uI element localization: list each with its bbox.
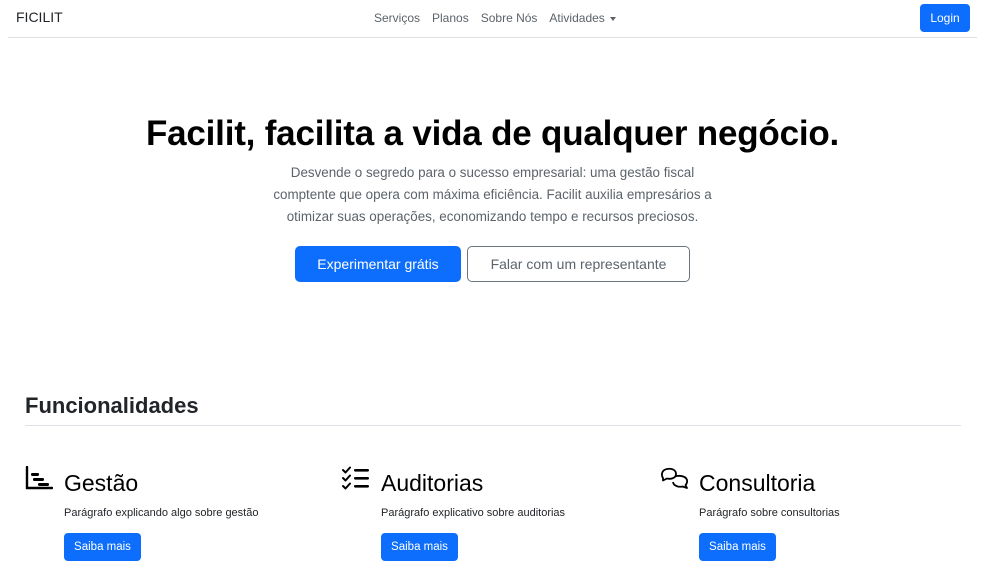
nav-link-sobre-nos[interactable]: Sobre Nós bbox=[481, 11, 538, 25]
feature-title: Consultoria bbox=[699, 470, 816, 496]
brand-logo[interactable]: FICILIT bbox=[16, 9, 63, 25]
chat-bubbles-icon bbox=[660, 466, 690, 492]
feature-title: Auditorias bbox=[381, 470, 484, 496]
nav-dropdown-label: Atividades bbox=[549, 11, 605, 25]
features-title: Funcionalidades bbox=[25, 393, 199, 418]
feature-card-consultoria: Consultoria Parágrafo sobre consultorias… bbox=[660, 462, 960, 572]
hero-description: Desvende o segredo para o sucesso empres… bbox=[273, 165, 712, 224]
bar-chart-steps-icon bbox=[25, 465, 55, 492]
feature-text: Parágrafo explicando algo sobre gestão bbox=[64, 507, 259, 519]
checklist-icon bbox=[342, 466, 372, 492]
feature-card-auditorias: Auditorias Parágrafo explicativo sobre a… bbox=[342, 462, 642, 572]
try-free-button[interactable]: Experimentar grátis bbox=[295, 246, 461, 282]
feature-text: Parágrafo sobre consultorias bbox=[699, 507, 840, 519]
navbar: FICILIT Serviços Planos Sobre Nós Ativid… bbox=[8, 0, 977, 38]
caret-down-icon bbox=[609, 16, 616, 21]
feature-title: Gestão bbox=[64, 470, 139, 496]
talk-to-representative-button[interactable]: Falar com um representante bbox=[467, 246, 690, 282]
login-button[interactable]: Login bbox=[920, 4, 970, 32]
feature-text: Parágrafo explicativo sobre auditorias bbox=[381, 507, 566, 519]
feature-card-gestao: Gestão Parágrafo explicando algo sobre g… bbox=[25, 462, 325, 572]
nav-links: Serviços Planos Sobre Nós Atividades bbox=[374, 11, 616, 25]
section-divider bbox=[25, 425, 961, 426]
nav-dropdown-atividades[interactable]: Atividades bbox=[549, 11, 616, 25]
hero-title: Facilit, facilita a vida de qualquer neg… bbox=[145, 114, 840, 153]
nav-link-planos[interactable]: Planos bbox=[432, 11, 469, 25]
nav-link-servicos[interactable]: Serviços bbox=[374, 11, 420, 25]
learn-more-button[interactable]: Saiba mais bbox=[381, 533, 458, 561]
learn-more-button[interactable]: Saiba mais bbox=[699, 533, 776, 561]
learn-more-button[interactable]: Saiba mais bbox=[64, 533, 141, 561]
